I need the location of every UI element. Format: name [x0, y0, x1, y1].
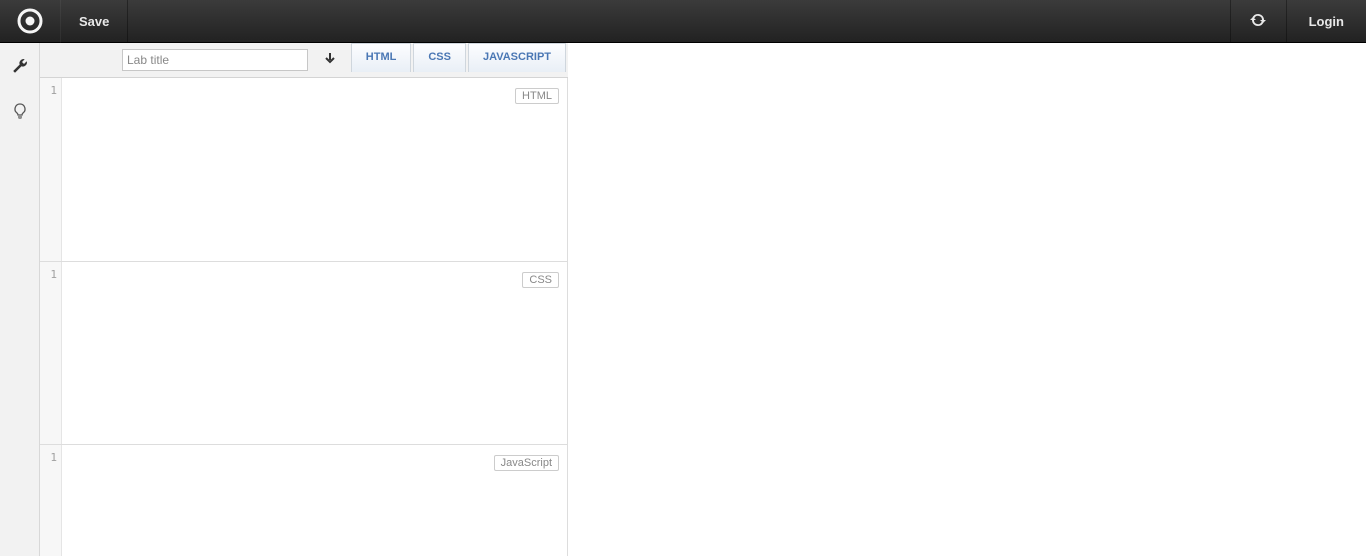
arrow-down-icon — [324, 53, 336, 68]
header-bar: Save Login — [0, 0, 1366, 43]
editor-tabs: HTML CSS JAVASCRIPT — [351, 43, 568, 72]
tab-css[interactable]: CSS — [413, 43, 466, 72]
left-sidebar — [0, 43, 40, 556]
tab-html[interactable]: HTML — [351, 43, 412, 72]
editor-badge-css: CSS — [522, 272, 559, 288]
gutter: 1 — [40, 262, 62, 444]
login-button[interactable]: Login — [1286, 0, 1366, 43]
line-number: 1 — [50, 268, 57, 281]
app-logo[interactable] — [0, 0, 60, 43]
editor-css[interactable]: 1 CSS — [40, 261, 568, 444]
tab-javascript[interactable]: JAVASCRIPT — [468, 43, 566, 72]
settings-button[interactable] — [0, 43, 40, 88]
editor-html[interactable]: 1 HTML — [40, 78, 568, 261]
save-button[interactable]: Save — [60, 0, 128, 43]
editors-column: 1 HTML 1 CSS 1 JavaScript — [40, 78, 568, 556]
lightbulb-icon — [13, 103, 27, 119]
editor-toolbar: HTML CSS JAVASCRIPT — [40, 43, 568, 78]
lab-title-input[interactable] — [122, 49, 308, 71]
editor-badge-javascript: JavaScript — [494, 455, 559, 471]
gutter: 1 — [40, 445, 62, 556]
line-number: 1 — [50, 451, 57, 464]
gutter: 1 — [40, 78, 62, 261]
editor-javascript[interactable]: 1 JavaScript — [40, 444, 568, 556]
refresh-button[interactable] — [1230, 0, 1286, 43]
options-dropdown-button[interactable] — [317, 49, 343, 71]
editor-badge-html: HTML — [515, 88, 559, 104]
hints-button[interactable] — [0, 88, 40, 133]
wrench-icon — [12, 58, 28, 74]
refresh-icon — [1250, 12, 1266, 31]
line-number: 1 — [50, 84, 57, 97]
preview-pane — [568, 43, 1366, 556]
